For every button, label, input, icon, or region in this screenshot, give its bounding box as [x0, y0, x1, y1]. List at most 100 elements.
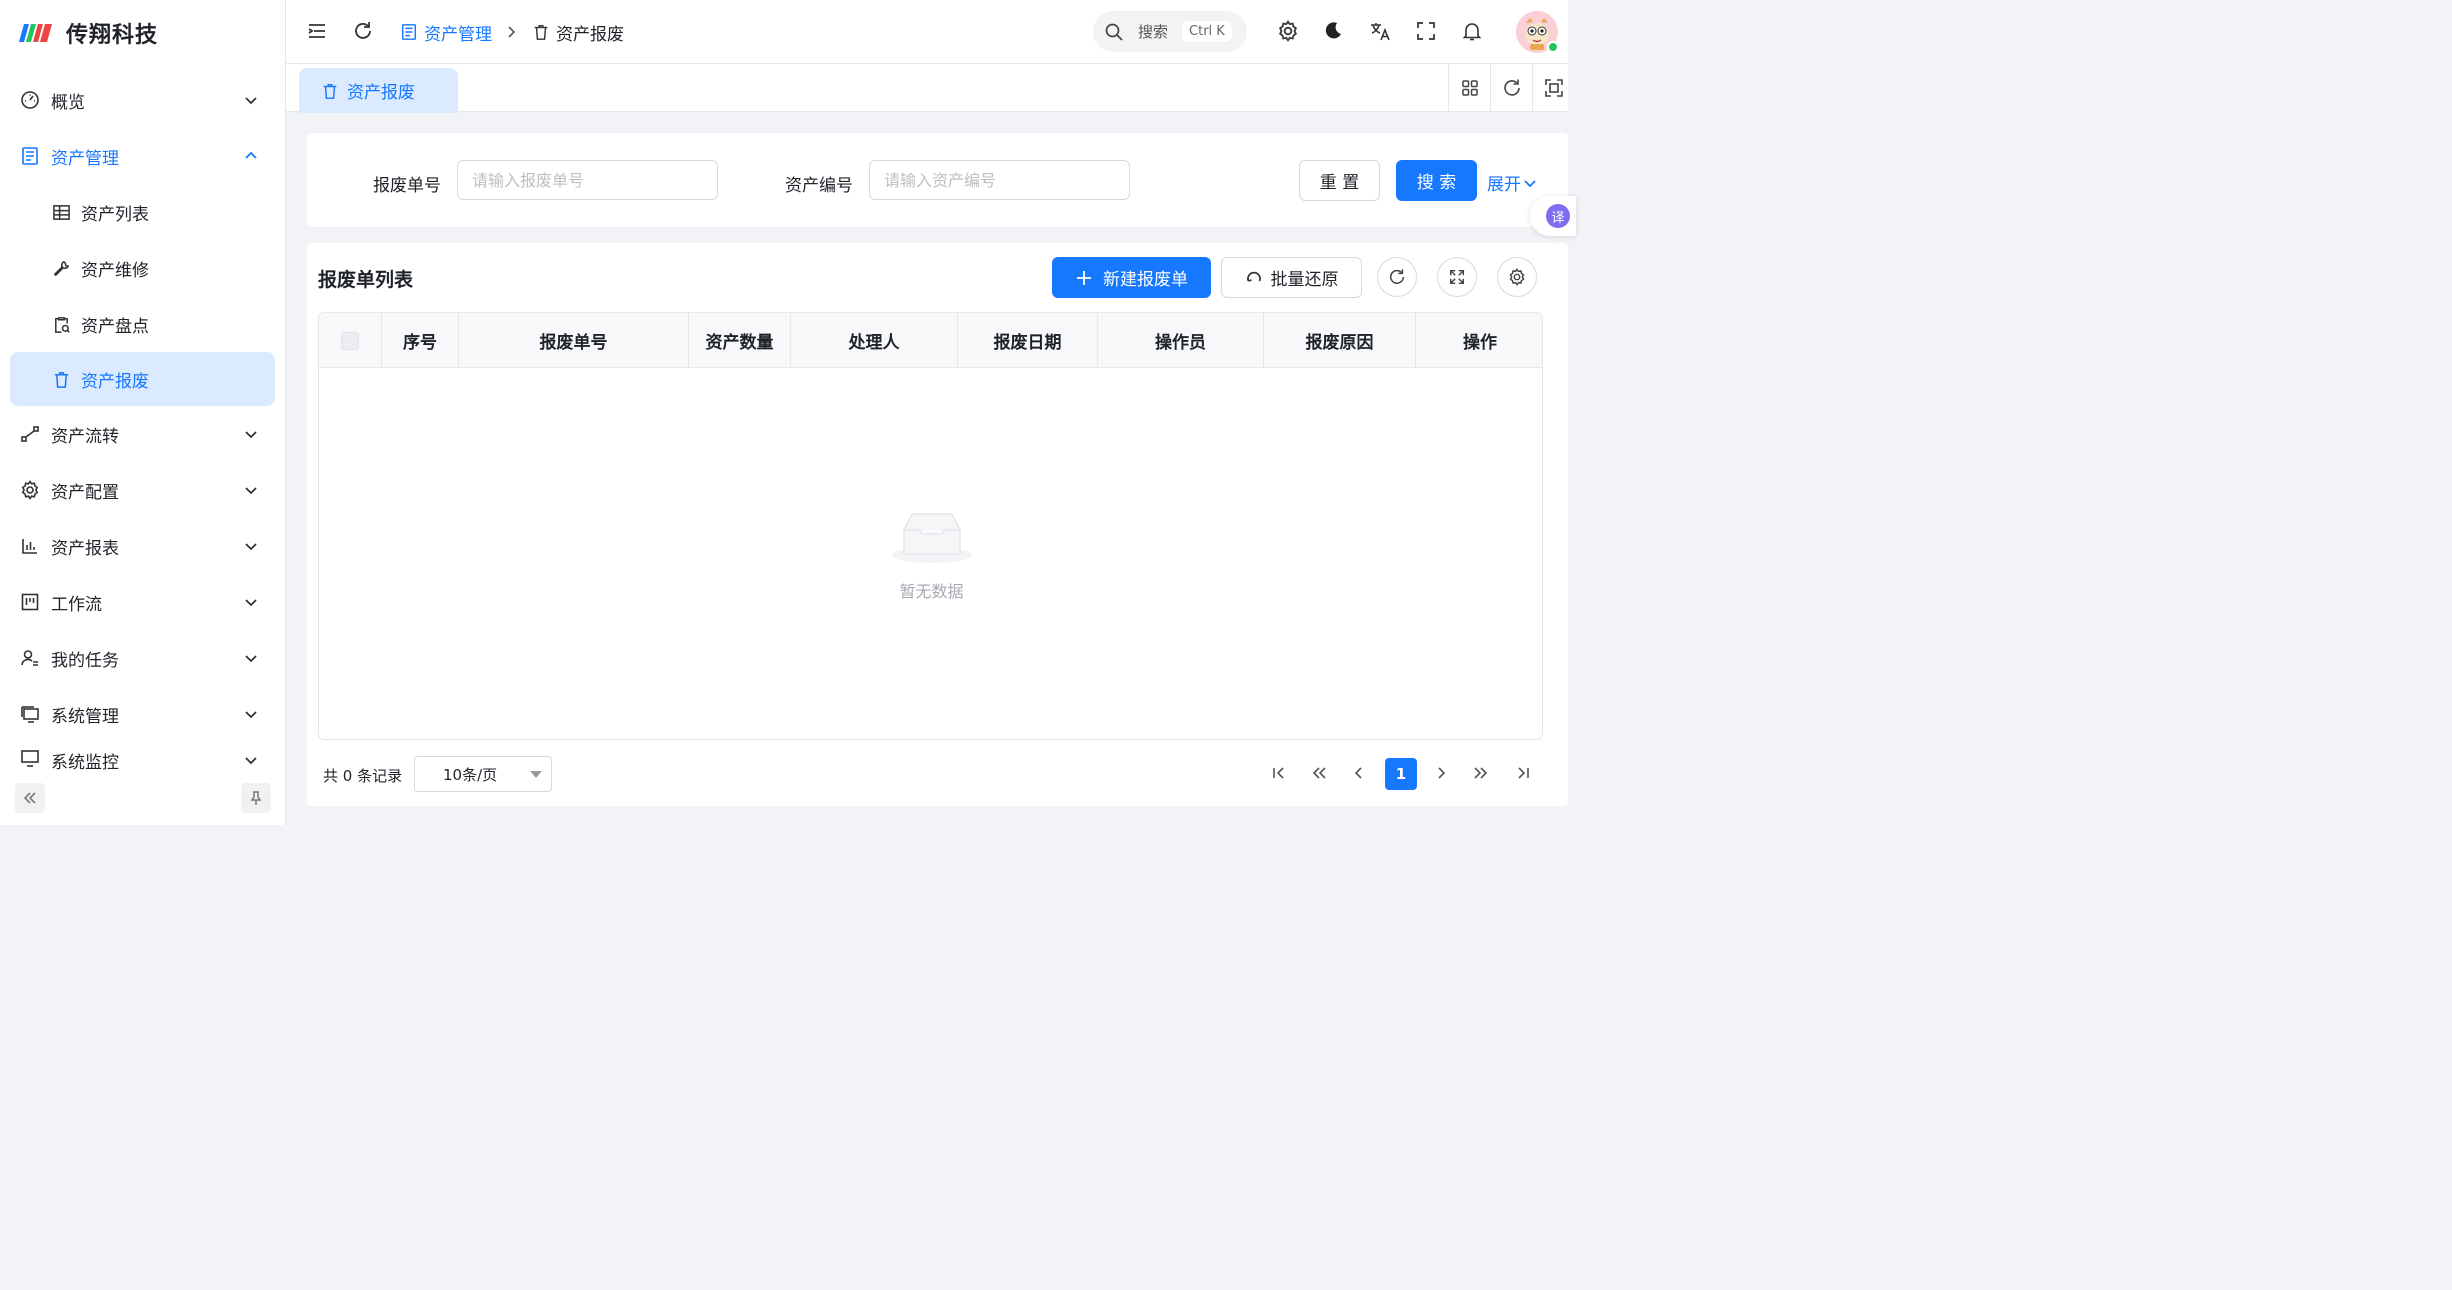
page-tabs-bar: 资产报废	[286, 64, 1568, 113]
global-search[interactable]: 搜索 Ctrl K	[1093, 11, 1247, 52]
translate-badge: 译	[1546, 204, 1570, 228]
table-refresh-button[interactable]	[1377, 257, 1417, 297]
scrap-no-input[interactable]	[457, 160, 718, 200]
sidebar-item-asset-scrap[interactable]: 资产报废	[10, 352, 275, 406]
column-header[interactable]: 序号	[382, 313, 459, 368]
sidebar-item-asset-config[interactable]: 资产配置	[0, 462, 285, 518]
sidebar-item-asset-list[interactable]: 资产列表	[0, 184, 285, 240]
grid-icon	[1461, 79, 1478, 96]
trash-icon	[54, 371, 69, 388]
select-all-checkbox[interactable]	[341, 331, 359, 350]
translate-icon[interactable]	[1369, 20, 1391, 42]
page-number-current[interactable]: 1	[1385, 758, 1417, 790]
reset-button[interactable]: 重 置	[1299, 160, 1380, 201]
logo-mark-icon	[19, 24, 52, 42]
scrap-no-label: 报废单号	[373, 176, 441, 196]
search-icon	[1105, 23, 1123, 41]
tabs-maximize-button[interactable]	[1532, 64, 1574, 111]
sidebar-item-asset-management[interactable]: 资产管理	[0, 128, 285, 184]
table-icon	[53, 204, 70, 220]
empty-text: 暂无数据	[899, 582, 964, 601]
first-page-icon	[1273, 767, 1284, 779]
maximize-icon	[1544, 78, 1563, 97]
pin-icon	[250, 791, 262, 805]
sidebar-item-label: 资产配置	[51, 482, 119, 503]
kanban-icon	[21, 593, 39, 611]
chevron-up-icon	[245, 151, 257, 159]
tab-asset-scrap[interactable]: 资产报废	[299, 68, 458, 113]
sidebar-item-label: 资产盘点	[81, 316, 149, 337]
column-header[interactable]: 报废原因	[1264, 313, 1416, 368]
scrap-list-card: 报废单列表 新建报废单 批量还原 序号 报废单号 资产数量 处理人 报废日期 操…	[307, 243, 1568, 806]
trash-icon	[323, 83, 337, 99]
asset-no-input[interactable]	[869, 160, 1130, 200]
sidebar-item-asset-inventory[interactable]: 资产盘点	[0, 296, 285, 352]
scrap-orders-table: 序号 报废单号 资产数量 处理人 报废日期 操作员 报废原因 操作 暂无数据	[318, 312, 1543, 740]
breadcrumb-item-asset-scrap: 资产报废	[532, 20, 624, 45]
notification-bell-icon[interactable]	[1461, 20, 1483, 42]
new-scrap-order-label: 新建报废单	[1103, 270, 1188, 290]
table-title: 报废单列表	[318, 269, 414, 291]
chevron-down-icon	[245, 97, 257, 105]
breadcrumb: 资产管理 资产报废	[400, 18, 624, 46]
chevron-down-icon	[245, 599, 257, 607]
gear-icon[interactable]	[1277, 20, 1299, 42]
dark-mode-moon-icon[interactable]	[1322, 20, 1344, 42]
user-task-icon	[21, 650, 38, 666]
new-scrap-order-button[interactable]: 新建报废单	[1052, 257, 1211, 298]
page-size-select[interactable]: 10条/页	[414, 756, 552, 792]
batch-restore-button[interactable]: 批量还原	[1221, 257, 1362, 298]
tabs-grid-button[interactable]	[1448, 64, 1490, 111]
table-fullscreen-button[interactable]	[1437, 257, 1477, 297]
fullscreen-icon[interactable]	[1415, 20, 1437, 42]
trash-icon	[534, 24, 548, 40]
sidebar-item-system-management[interactable]: 系统管理	[0, 686, 285, 742]
restore-icon	[1246, 271, 1261, 282]
monitor-icon	[21, 750, 39, 767]
next-page-button[interactable]	[1429, 761, 1453, 785]
sidebar: 传翔科技 概览 资产管理 资产列表 资产维修 资产盘点 资产报废 资产流转 资产…	[0, 0, 286, 825]
sidebar-item-asset-report[interactable]: 资产报表	[0, 518, 285, 574]
search-label: 搜索	[1138, 23, 1169, 41]
menu-toggle-icon[interactable]	[306, 20, 328, 42]
breadcrumb-item-asset-management[interactable]: 资产管理	[400, 20, 492, 45]
floating-translate-button[interactable]: 译	[1530, 196, 1576, 236]
column-header[interactable]: 操作	[1416, 313, 1542, 368]
user-avatar[interactable]	[1516, 11, 1559, 53]
chevron-right-icon	[508, 26, 516, 38]
column-header[interactable]: 操作员	[1098, 313, 1264, 368]
prev-page-button[interactable]	[1347, 761, 1371, 785]
column-header[interactable]: 报废日期	[958, 313, 1098, 368]
column-header[interactable]: 资产数量	[689, 313, 791, 368]
caret-down-icon	[530, 771, 542, 778]
document-icon	[401, 24, 417, 40]
app-name: 传翔科技	[66, 23, 159, 48]
sidebar-item-asset-repair[interactable]: 资产维修	[0, 240, 285, 296]
asset-no-label: 资产编号	[785, 176, 853, 196]
last-page-button[interactable]	[1511, 761, 1535, 785]
breadcrumb-label: 资产报废	[556, 24, 624, 45]
sidebar-item-asset-transfer[interactable]: 资产流转	[0, 406, 285, 462]
search-button[interactable]: 搜 索	[1396, 160, 1477, 201]
sidebar-item-my-tasks[interactable]: 我的任务	[0, 630, 285, 686]
sidebar-item-overview[interactable]: 概览	[0, 72, 285, 128]
first-page-button[interactable]	[1267, 761, 1291, 785]
collapse-sidebar-button[interactable]	[15, 783, 45, 813]
column-header[interactable]: 报废单号	[459, 313, 689, 368]
table-settings-button[interactable]	[1497, 257, 1537, 297]
prev-group-button[interactable]	[1307, 761, 1331, 785]
app-logo[interactable]: 传翔科技	[18, 16, 158, 50]
total-records: 共 0 条记录	[323, 767, 403, 785]
sidebar-item-system-monitor[interactable]: 系统监控	[0, 742, 285, 770]
tabs-refresh-button[interactable]	[1490, 64, 1532, 111]
column-header[interactable]: 处理人	[791, 313, 958, 368]
next-group-button[interactable]	[1469, 761, 1493, 785]
sidebar-item-label: 资产列表	[81, 204, 149, 225]
refresh-icon	[1503, 79, 1520, 96]
sidebar-item-workflow[interactable]: 工作流	[0, 574, 285, 630]
refresh-icon[interactable]	[352, 20, 374, 42]
chevron-down-icon	[245, 431, 257, 439]
expand-filters-link[interactable]: 展开	[1487, 170, 1537, 195]
gear-icon	[1509, 268, 1525, 286]
pin-sidebar-button[interactable]	[241, 783, 271, 813]
